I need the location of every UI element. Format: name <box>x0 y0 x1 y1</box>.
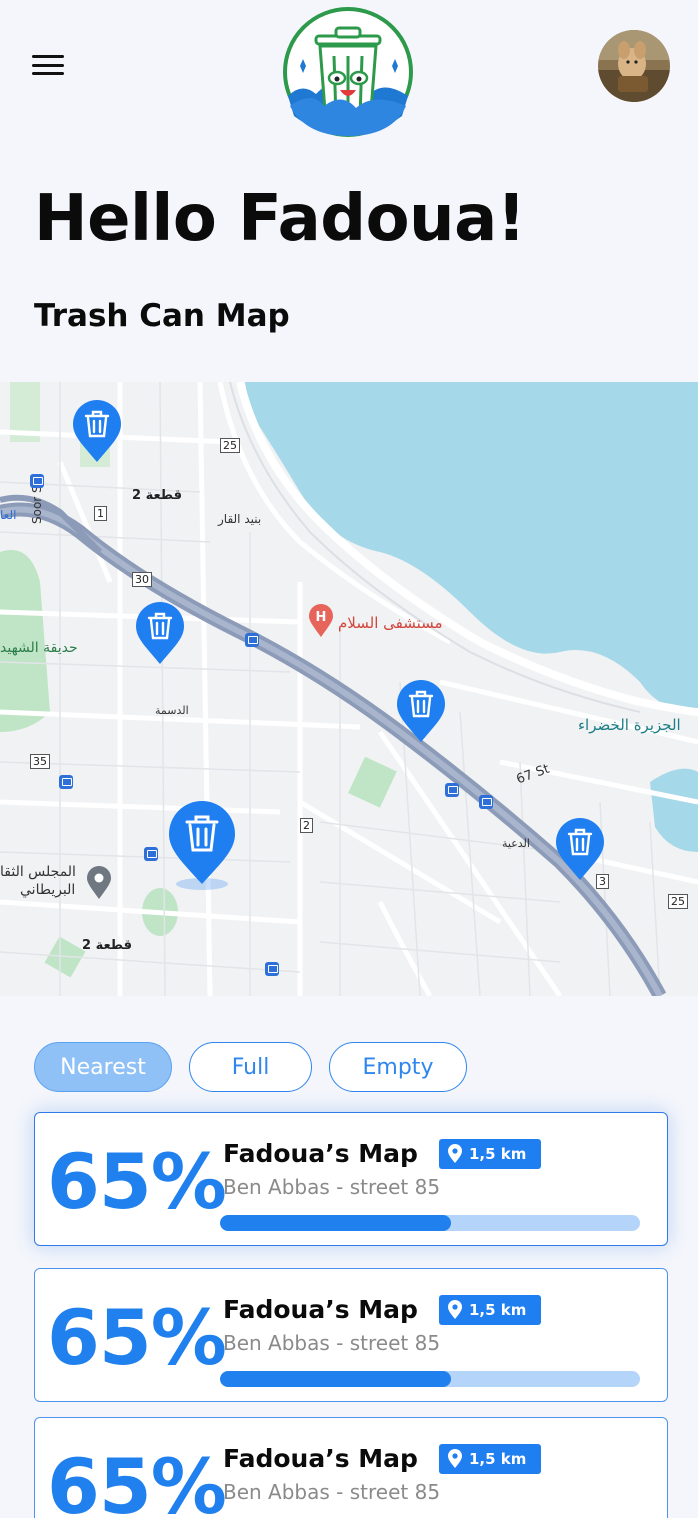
distance-badge: 1,5 km <box>439 1139 541 1169</box>
greeting-title: Hello Fadoua! <box>34 182 526 256</box>
road-sign-2: 2 <box>300 818 313 833</box>
filter-empty-button[interactable]: Empty <box>329 1042 467 1092</box>
trash-pin-icon[interactable] <box>72 400 122 464</box>
section-title: Trash Can Map <box>34 298 290 334</box>
filter-nearest-button[interactable]: Nearest <box>34 1042 172 1092</box>
distance-badge: 1,5 km <box>439 1295 541 1325</box>
road-sign-25-east: 25 <box>668 894 688 909</box>
road-sign-25: 25 <box>220 438 240 453</box>
bus-stop-icon <box>445 783 459 797</box>
map-base <box>0 382 698 996</box>
bus-stop-icon <box>144 847 158 861</box>
trash-can-card[interactable]: 65% Fadoua’s Map 1,5 km Ben Abbas - stre… <box>34 1417 668 1518</box>
distance-text: 1,5 km <box>469 1301 527 1319</box>
place-marker-icon[interactable] <box>86 866 112 900</box>
distance-text: 1,5 km <box>469 1145 527 1163</box>
bus-stop-icon <box>30 474 44 488</box>
user-avatar[interactable] <box>598 30 670 102</box>
map-label-martyrs-park: حديقة الشهيد <box>0 640 78 656</box>
trash-can-card[interactable]: 65% Fadoua’s Map 1,5 km Ben Abbas - stre… <box>34 1112 668 1246</box>
card-address: Ben Abbas - street 85 <box>223 1480 441 1504</box>
map-label-british-council-1: المجلس الثقا <box>0 864 76 880</box>
map-label-daiya: الدعية <box>502 837 530 850</box>
trash-can-map[interactable]: قطعة 2 بنيد القار الدسمة الدعية مستشفى ا… <box>0 382 698 996</box>
road-sign-30: 30 <box>132 572 152 587</box>
distance-text: 1,5 km <box>469 1450 527 1468</box>
map-label-british-council-2: البريطاني <box>20 882 76 898</box>
trash-can-logo <box>283 7 413 137</box>
location-pin-icon <box>448 1144 462 1163</box>
fill-progress-bar <box>220 1371 640 1387</box>
card-address: Ben Abbas - street 85 <box>223 1331 441 1355</box>
map-label-block2-bottom: قطعة 2 <box>82 938 132 953</box>
trash-pin-icon[interactable] <box>555 818 605 882</box>
fill-progress <box>220 1371 451 1387</box>
hamburger-menu-icon[interactable] <box>32 50 64 80</box>
map-label-edge-left: العا <box>0 508 17 522</box>
bus-stop-icon <box>265 962 279 976</box>
road-sign-35: 35 <box>30 754 50 769</box>
card-title: Fadoua’s Map <box>223 1139 418 1168</box>
location-pin-icon <box>448 1449 462 1468</box>
filter-chips: Nearest Full Empty <box>34 1042 467 1092</box>
top-bar <box>0 0 698 140</box>
fill-progress-bar <box>220 1215 640 1231</box>
road-sign-1: 1 <box>94 506 107 521</box>
location-pin-icon <box>448 1300 462 1319</box>
bus-stop-icon <box>245 633 259 647</box>
fill-progress <box>220 1215 451 1231</box>
card-address: Ben Abbas - street 85 <box>223 1175 441 1199</box>
card-title: Fadoua’s Map <box>223 1295 418 1324</box>
fill-percent: 65% <box>47 1293 227 1382</box>
fill-percent: 65% <box>47 1137 227 1226</box>
bus-stop-icon <box>479 795 493 809</box>
map-label-hospital: مستشفى السلام <box>338 614 443 632</box>
card-title: Fadoua’s Map <box>223 1444 418 1473</box>
map-label-block2-top: قطعة 2 <box>132 488 182 503</box>
selected-trash-pin-icon[interactable] <box>162 796 242 892</box>
trash-can-card[interactable]: 65% Fadoua’s Map 1,5 km Ben Abbas - stre… <box>34 1268 668 1402</box>
svg-text:H: H <box>316 610 327 625</box>
bus-stop-icon <box>59 775 73 789</box>
map-label-dasma: الدسمة <box>155 704 189 717</box>
trash-pin-icon[interactable] <box>396 680 446 744</box>
fill-percent: 65% <box>47 1442 227 1518</box>
filter-full-button[interactable]: Full <box>189 1042 312 1092</box>
hospital-marker-icon[interactable]: H <box>308 604 334 638</box>
map-label-bneid-alqar: بنيد القار <box>218 512 262 526</box>
trash-pin-icon[interactable] <box>135 602 185 666</box>
map-label-green-island: الجزيرة الخضراء <box>578 716 681 734</box>
distance-badge: 1,5 km <box>439 1444 541 1474</box>
